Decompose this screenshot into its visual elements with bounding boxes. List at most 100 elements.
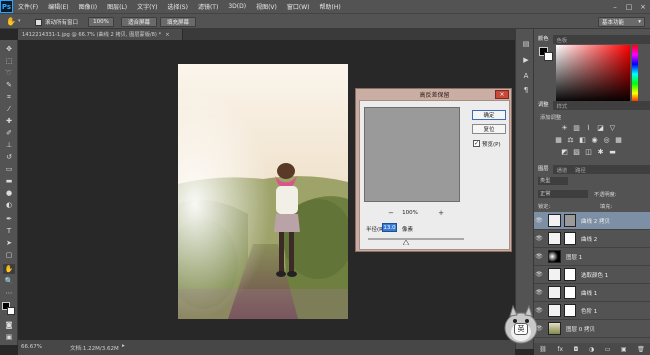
- paragraph-panel-icon[interactable]: ¶: [520, 85, 532, 95]
- document-image[interactable]: [178, 64, 348, 319]
- quick-select-tool-icon[interactable]: ✎: [3, 80, 15, 90]
- layer-mask-thumbnail[interactable]: [564, 304, 576, 317]
- color-balance-icon[interactable]: ⚖: [566, 136, 575, 144]
- radius-slider-thumb[interactable]: [403, 240, 409, 245]
- rectangle-tool-icon[interactable]: ▢: [3, 250, 15, 260]
- layer-mask-thumbnail[interactable]: [564, 286, 576, 299]
- add-mask-icon[interactable]: ◘: [574, 346, 579, 353]
- blend-mode-dropdown[interactable]: 正常: [538, 190, 588, 198]
- marquee-tool-icon[interactable]: ⬚: [3, 56, 15, 66]
- lasso-tool-icon[interactable]: ➰: [3, 68, 15, 78]
- layer-mask-thumbnail[interactable]: [564, 214, 576, 227]
- close-window-button[interactable]: ×: [636, 0, 650, 13]
- layer-row[interactable]: 👁 图层 1: [534, 248, 650, 266]
- layer-filter-kind-dropdown[interactable]: 类型: [538, 177, 568, 185]
- hue-slider[interactable]: [632, 45, 638, 103]
- path-selection-tool-icon[interactable]: ➤: [3, 238, 15, 248]
- menu-file[interactable]: 文件(F): [13, 2, 43, 11]
- minimize-button[interactable]: –: [608, 0, 622, 13]
- background-color-swatch[interactable]: [544, 52, 553, 61]
- brush-tool-icon[interactable]: ✐: [3, 128, 15, 138]
- fill-screen-button[interactable]: 填充屏幕: [160, 17, 196, 27]
- layer-row[interactable]: 👁 图层 0 拷贝: [534, 320, 650, 338]
- hue-saturation-icon[interactable]: ▦: [554, 136, 563, 144]
- filter-preview[interactable]: [364, 107, 460, 202]
- maximize-button[interactable]: □: [622, 0, 636, 13]
- type-tool-icon[interactable]: T: [3, 226, 15, 236]
- gradient-tool-icon[interactable]: ▬: [3, 176, 15, 186]
- zoom-level-field[interactable]: 66.67%: [21, 344, 42, 350]
- gradient-map-icon[interactable]: ▬: [608, 148, 617, 156]
- threshold-icon[interactable]: ◫: [584, 148, 593, 156]
- preview-option[interactable]: ✓ 预览(P): [473, 139, 509, 148]
- menu-help[interactable]: 帮助(H): [315, 2, 346, 11]
- layer-mask-thumbnail[interactable]: [564, 232, 576, 245]
- new-group-icon[interactable]: ▭: [605, 346, 611, 353]
- move-tool-icon[interactable]: ✥: [3, 44, 15, 54]
- menu-type[interactable]: 文字(Y): [132, 2, 162, 11]
- visibility-eye-icon[interactable]: 👁: [534, 217, 544, 224]
- new-adjustment-icon[interactable]: ◑: [589, 346, 594, 353]
- layer-row[interactable]: 👁 选取颜色 1: [534, 266, 650, 284]
- menu-view[interactable]: 视图(V): [251, 2, 282, 11]
- tool-preset-dropdown-icon[interactable]: ▾: [18, 18, 21, 24]
- healing-brush-tool-icon[interactable]: ✚: [3, 116, 15, 126]
- new-layer-icon[interactable]: ▣: [621, 346, 627, 353]
- workspace-switcher[interactable]: 基本功能 ▾: [598, 17, 645, 27]
- layer-row[interactable]: 👁 曲线 1: [534, 284, 650, 302]
- history-brush-tool-icon[interactable]: ↺: [3, 152, 15, 162]
- visibility-eye-icon[interactable]: 👁: [534, 271, 544, 278]
- more-tools-icon[interactable]: ⋯: [3, 288, 15, 298]
- pen-tool-icon[interactable]: ✒: [3, 214, 15, 224]
- zoom-100-button[interactable]: 100%: [88, 17, 114, 27]
- layer-mask-thumbnail[interactable]: [564, 268, 576, 281]
- menu-layer[interactable]: 图层(L): [102, 2, 132, 11]
- posterize-icon[interactable]: ▨: [572, 148, 581, 156]
- eraser-tool-icon[interactable]: ▭: [3, 164, 15, 174]
- tab-swatches[interactable]: 色板: [553, 36, 572, 44]
- menu-filter[interactable]: 滤镜(T): [193, 2, 223, 11]
- levels-icon[interactable]: ▥: [572, 124, 581, 132]
- layer-row[interactable]: 👁 曲线 2 拷贝: [534, 212, 650, 230]
- eyedropper-tool-icon[interactable]: ⁄: [3, 104, 15, 114]
- radius-input[interactable]: 13.0: [382, 223, 397, 232]
- scroll-all-windows-checkbox[interactable]: [35, 19, 42, 26]
- color-lookup-icon[interactable]: ▦: [614, 136, 623, 144]
- layer-style-icon[interactable]: fx: [557, 346, 563, 353]
- radius-slider-track[interactable]: [368, 238, 464, 240]
- background-color-swatch[interactable]: [7, 307, 15, 315]
- hand-tool-icon[interactable]: ✋: [6, 17, 16, 27]
- document-tab[interactable]: 1412214331-1.jpg @ 66.7% (曲线 2 拷贝, 图层蒙版/…: [18, 29, 183, 40]
- photo-filter-icon[interactable]: ◉: [590, 136, 599, 144]
- hand-tool-icon[interactable]: ✋: [3, 264, 15, 274]
- crop-tool-icon[interactable]: ⌗: [3, 92, 15, 102]
- ime-indicator[interactable]: 英: [514, 323, 528, 335]
- fit-screen-button[interactable]: 适合屏幕: [121, 17, 157, 27]
- dialog-close-button[interactable]: ×: [495, 90, 509, 99]
- selective-color-icon[interactable]: ✱: [596, 148, 605, 156]
- menu-select[interactable]: 选择(S): [162, 2, 193, 11]
- menu-image[interactable]: 图像(I): [74, 2, 102, 11]
- status-menu-arrow-icon[interactable]: ▸: [122, 343, 125, 349]
- tab-styles[interactable]: 样式: [553, 102, 572, 110]
- channel-mixer-icon[interactable]: ◎: [602, 136, 611, 144]
- curves-icon[interactable]: ⌇: [584, 124, 593, 132]
- close-tab-icon[interactable]: ×: [165, 32, 169, 38]
- zoom-in-icon[interactable]: +: [437, 209, 445, 217]
- visibility-eye-icon[interactable]: 👁: [534, 289, 544, 296]
- layer-row[interactable]: 👁 曲线 2: [534, 230, 650, 248]
- clone-stamp-tool-icon[interactable]: ⊥: [3, 140, 15, 150]
- visibility-eye-icon[interactable]: 👁: [534, 253, 544, 260]
- black-white-icon[interactable]: ◧: [578, 136, 587, 144]
- link-layers-icon[interactable]: ⛓: [539, 346, 547, 353]
- dodge-tool-icon[interactable]: ◐: [3, 200, 15, 210]
- brightness-icon[interactable]: ☀: [560, 124, 569, 132]
- ok-button[interactable]: 确定: [472, 110, 506, 120]
- visibility-eye-icon[interactable]: 👁: [534, 235, 544, 242]
- invert-icon[interactable]: ◩: [560, 148, 569, 156]
- tab-layers[interactable]: 图层: [534, 165, 553, 174]
- tab-adjustments[interactable]: 调整: [534, 101, 553, 110]
- reset-button[interactable]: 复位: [472, 124, 506, 134]
- menu-window[interactable]: 窗口(W): [282, 2, 315, 11]
- zoom-out-icon[interactable]: −: [387, 209, 395, 217]
